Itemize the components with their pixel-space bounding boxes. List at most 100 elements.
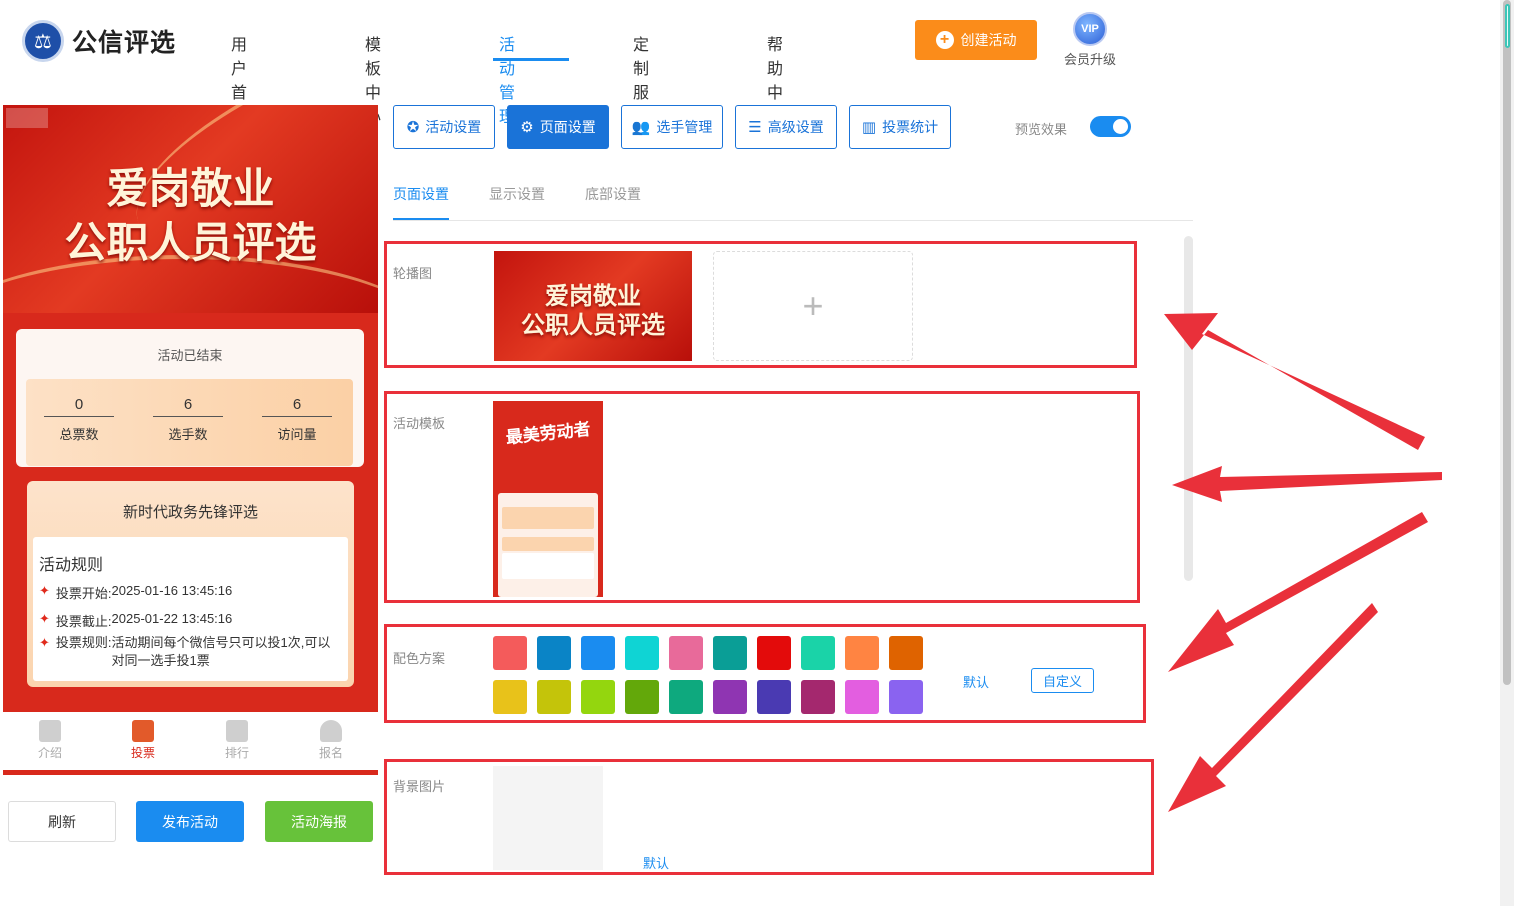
color-swatch[interactable] bbox=[713, 636, 747, 670]
bar-chart-icon: ▥ bbox=[861, 119, 877, 136]
tool-label: 高级设置 bbox=[767, 119, 824, 135]
color-swatch[interactable] bbox=[713, 680, 747, 714]
contestant-manage-button[interactable]: 👥 选手管理 bbox=[621, 105, 723, 149]
upload-image-button[interactable]: + bbox=[713, 251, 913, 361]
sparkle-icon: ✦ bbox=[39, 611, 50, 626]
publish-button[interactable]: 发布活动 bbox=[136, 801, 244, 842]
color-swatch[interactable] bbox=[669, 636, 703, 670]
color-swatch[interactable] bbox=[493, 636, 527, 670]
tool-label: 选手管理 bbox=[656, 119, 713, 135]
rules-card: 新时代政务先锋评选 活动规则 ✦ 投票开始: 2025-01-16 13:45:… bbox=[27, 481, 354, 687]
toggle-knob bbox=[1113, 119, 1128, 134]
color-swatch[interactable] bbox=[669, 680, 703, 714]
banner-title-line2: 公职人员评选 bbox=[64, 218, 317, 267]
stat-value: 6 bbox=[262, 396, 332, 417]
home-icon bbox=[132, 720, 154, 742]
color-swatch[interactable] bbox=[537, 636, 571, 670]
rule-value: 活动期间每个微信号只可以投1次,可以对同一选手投1票 bbox=[111, 635, 331, 668]
preview-tabbar: 介绍 投票 排行 报名 bbox=[3, 712, 378, 770]
stat-total-votes: 0 总票数 bbox=[44, 396, 114, 443]
poster-button[interactable]: 活动海报 bbox=[265, 801, 373, 842]
background-default-link[interactable]: 默认 bbox=[643, 853, 669, 872]
carousel-image[interactable]: 爱岗敬业 公职人员评选 bbox=[494, 251, 692, 361]
vip-label: 会员升级 bbox=[1063, 52, 1116, 67]
plus-icon: + bbox=[802, 285, 824, 326]
stat-value: 0 bbox=[44, 396, 114, 417]
preview-banner: 爱岗敬业 公职人员评选 bbox=[3, 105, 378, 313]
color-custom-button[interactable]: 自定义 bbox=[1031, 668, 1094, 693]
color-swatch[interactable] bbox=[845, 680, 879, 714]
carousel-label: 轮播图 bbox=[393, 266, 433, 281]
sliders-gear-icon: ☰ bbox=[748, 119, 762, 136]
subtab-footer-settings[interactable]: 底部设置 bbox=[585, 184, 641, 204]
arrow-to-template bbox=[1172, 466, 1442, 502]
tool-label: 活动设置 bbox=[425, 119, 482, 135]
activity-ended-label: 活动已结束 bbox=[157, 348, 223, 363]
vote-stats-button[interactable]: ▥ 投票统计 bbox=[849, 105, 951, 149]
tab-intro[interactable]: 介绍 bbox=[20, 720, 80, 761]
activity-settings-button[interactable]: ✪ 活动设置 bbox=[393, 105, 495, 149]
blurred-logo bbox=[6, 108, 48, 128]
stat-value: 6 bbox=[153, 396, 223, 417]
template-stats bbox=[502, 507, 594, 529]
color-swatch[interactable] bbox=[889, 680, 923, 714]
create-activity-button[interactable]: + 创建活动 bbox=[915, 20, 1037, 60]
color-swatch[interactable] bbox=[625, 680, 659, 714]
page-settings-button[interactable]: ⚙ 页面设置 bbox=[507, 105, 609, 149]
mobile-preview: 爱岗敬业 公职人员评选 活动已结束 0 总票数 6 选手数 6 访问量 新时代政… bbox=[3, 105, 378, 775]
advanced-settings-button[interactable]: ☰ 高级设置 bbox=[735, 105, 837, 149]
gear-icon: ⚙ bbox=[520, 119, 534, 136]
template-title-bar bbox=[502, 537, 594, 551]
status-card: 活动已结束 0 总票数 6 选手数 6 访问量 bbox=[16, 329, 364, 467]
color-default-link[interactable]: 默认 bbox=[963, 672, 989, 691]
rules-heading: 活动规则 bbox=[39, 557, 104, 574]
scroll-indicator bbox=[1505, 4, 1510, 48]
tab-ranking[interactable]: 排行 bbox=[207, 720, 267, 761]
template-image[interactable]: 最美劳动者 bbox=[493, 401, 603, 597]
vip-upgrade[interactable]: VIP 会员升级 bbox=[1062, 12, 1118, 68]
preview-effect-label: 预览效果 bbox=[1015, 122, 1068, 137]
user-icon bbox=[320, 720, 342, 742]
preview-toggle[interactable] bbox=[1090, 116, 1131, 137]
tab-label: 介绍 bbox=[37, 746, 62, 760]
rules-inner: 活动规则 ✦ 投票开始: 2025-01-16 13:45:16 ✦ 投票截止:… bbox=[33, 537, 348, 681]
rule-value: 2025-01-22 13:45:16 bbox=[111, 611, 233, 626]
subtab-divider bbox=[393, 220, 1193, 221]
tab-vote[interactable]: 投票 bbox=[113, 720, 173, 761]
star-circle-icon: ✪ bbox=[406, 119, 420, 136]
rule-key: 投票开始: bbox=[55, 586, 112, 601]
color-swatch[interactable] bbox=[757, 680, 791, 714]
color-swatch[interactable] bbox=[801, 680, 835, 714]
carousel-thumb-line2: 公职人员评选 bbox=[521, 310, 665, 339]
site-logo[interactable]: ⚖ 公信评选 bbox=[22, 20, 176, 62]
color-swatch[interactable] bbox=[757, 636, 791, 670]
plus-circle-icon: + bbox=[935, 31, 954, 49]
subtab-active-indicator bbox=[393, 218, 449, 220]
color-label: 配色方案 bbox=[393, 651, 446, 666]
background-label: 背景图片 bbox=[393, 779, 446, 794]
subtab-page-settings[interactable]: 页面设置 bbox=[393, 184, 449, 204]
rule-end: ✦ 投票截止: 2025-01-22 13:45:16 bbox=[39, 611, 232, 630]
color-swatch[interactable] bbox=[537, 680, 571, 714]
tab-label: 报名 bbox=[318, 746, 343, 760]
page-scrollbar[interactable] bbox=[1500, 0, 1514, 906]
color-swatch[interactable] bbox=[889, 636, 923, 670]
subtab-display-settings[interactable]: 显示设置 bbox=[489, 184, 545, 204]
rule-key: 投票规则: bbox=[55, 635, 112, 650]
template-card bbox=[498, 493, 598, 597]
scales-icon: ⚖ bbox=[22, 20, 64, 62]
background-image[interactable] bbox=[493, 766, 603, 870]
top-header: ⚖ 公信评选 用户首页 模板中心 活动管理 定制服务 帮助中心 + 创建活动 V… bbox=[0, 0, 1500, 126]
color-swatch[interactable] bbox=[845, 636, 879, 670]
color-swatch[interactable] bbox=[493, 680, 527, 714]
color-swatch[interactable] bbox=[625, 636, 659, 670]
arrow-to-colors bbox=[1168, 512, 1428, 672]
page-scrollbar-thumb[interactable] bbox=[1503, 0, 1511, 685]
logo-text: 公信评选 bbox=[72, 29, 177, 57]
tab-signup[interactable]: 报名 bbox=[301, 720, 361, 761]
arrow-to-carousel bbox=[1164, 313, 1425, 450]
color-swatch[interactable] bbox=[581, 636, 615, 670]
color-swatch[interactable] bbox=[801, 636, 835, 670]
color-swatch[interactable] bbox=[581, 680, 615, 714]
refresh-button[interactable]: 刷新 bbox=[8, 801, 116, 842]
